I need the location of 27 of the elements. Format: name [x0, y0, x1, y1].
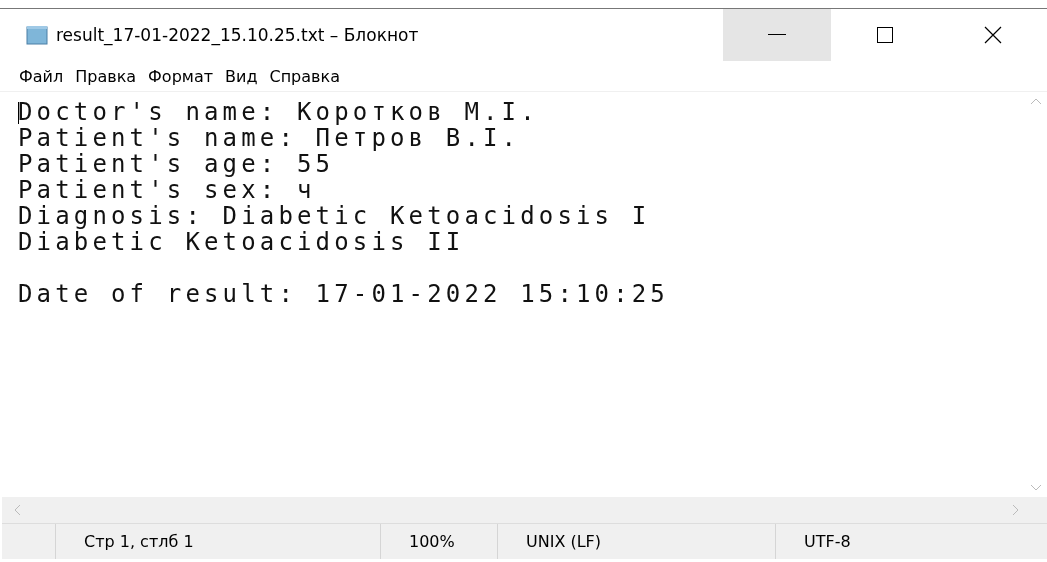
text-area[interactable]: Doctor's name: Коротков М.I. Patient's name: Петров В.I. Patient's age: 55 Patient's sex: ч Diagnosis: Diabetic Ketoacidosis I Diabetic Ketoacidosis II Date of result: 17-01-2022 15:10:25: [0, 92, 1025, 497]
text-line: Diagnosis: Diabetic Ketoacidosis I: [18, 203, 651, 229]
text-line: Patient's sex: ч: [18, 177, 316, 203]
scroll-up-icon[interactable]: [1030, 98, 1042, 105]
scroll-down-icon[interactable]: [1030, 484, 1042, 491]
maximize-icon: [877, 27, 893, 43]
minimize-button[interactable]: [723, 9, 831, 61]
menu-item[interactable]: Формат: [143, 66, 218, 86]
close-icon: [984, 26, 1002, 44]
menu-item[interactable]: Справка: [264, 66, 345, 86]
status-text: UNIX (LF): [526, 532, 602, 551]
text-line: Date of result: 17-01-2022 15:10:25: [18, 281, 669, 307]
menu-item[interactable]: Файл: [14, 66, 69, 86]
notepad-icon: [26, 25, 48, 45]
scroll-left-icon[interactable]: [14, 504, 21, 516]
text-line: Patient's name: Петров В.I.: [18, 125, 521, 151]
status-text: UTF-8: [804, 532, 851, 551]
status-text: 100%: [409, 532, 455, 551]
text-line: Doctor's name: Коротков М.I.: [18, 99, 539, 125]
scroll-right-icon[interactable]: [1012, 504, 1019, 516]
text-line: Patient's age: 55: [18, 151, 335, 177]
menu-item[interactable]: Вид: [220, 66, 263, 86]
minimize-icon: [768, 34, 786, 36]
status-text: Стр 1, стлб 1: [84, 532, 194, 551]
text-line: Diabetic Ketoacidosis II: [18, 229, 465, 255]
window-title: result_17-01-2022_15.10.25.txt – Блокнот: [56, 25, 420, 45]
menu-item[interactable]: Правка: [70, 66, 142, 86]
